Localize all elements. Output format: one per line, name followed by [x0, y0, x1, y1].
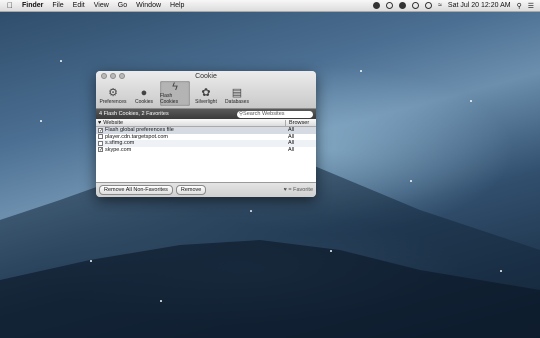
tab-silverlight-label: Silverlight: [195, 99, 217, 105]
clock[interactable]: Sat Jul 20 12:20 AM: [448, 2, 511, 9]
menu-file[interactable]: File: [52, 2, 63, 9]
tab-cookies[interactable]: ● Cookies: [129, 81, 159, 106]
row-browser: All: [288, 133, 295, 140]
remove-all-non-favorites-button[interactable]: Remove All Non-Favorites: [99, 185, 173, 195]
bluetooth-icon[interactable]: [425, 2, 433, 9]
window-footer: Remove All Non-Favorites Remove ♥ = Favo…: [96, 182, 316, 197]
table-row[interactable]: player.cdn.targetspot.com All: [96, 134, 316, 141]
cookie-summary: 4 Flash Cookies, 2 Favorites: [99, 111, 169, 117]
row-browser: All: [288, 140, 295, 147]
cookie-icon: ●: [140, 87, 148, 99]
cookie-table: ♥ Website Browser ✓ Flash global prefere…: [96, 119, 316, 184]
column-website[interactable]: ♥ Website: [96, 119, 286, 126]
menu-help[interactable]: Help: [170, 2, 184, 9]
menu-bar:  Finder File Edit View Go Window Help ≈…: [0, 0, 540, 12]
favorite-checkbox[interactable]: [98, 134, 103, 140]
favorite-heart-icon: ♥: [283, 187, 287, 193]
sync-icon[interactable]: [386, 2, 394, 9]
user-icon[interactable]: [373, 2, 381, 9]
table-header: ♥ Website Browser: [96, 119, 316, 127]
status-area: ≈ Sat Jul 20 12:20 AM ⚲ ☰: [373, 0, 534, 11]
favorite-legend: ♥ = Favorite: [284, 187, 313, 193]
spotlight-icon[interactable]: ⚲: [517, 2, 522, 10]
tab-databases-label: Databases: [225, 99, 249, 105]
tab-cookies-label: Cookies: [134, 99, 154, 105]
toolbar: ⚙ Preferences ● Cookies ϟ Flash Cookies …: [98, 81, 252, 106]
summary-bar: 4 Flash Cookies, 2 Favorites ⚲ Search We…: [96, 109, 316, 119]
column-website-label: Website: [103, 119, 124, 126]
timemachine-icon[interactable]: [412, 2, 420, 9]
row-website: Flash global preferences file: [105, 127, 174, 134]
row-browser: All: [288, 146, 295, 153]
menu-window[interactable]: Window: [136, 2, 161, 9]
table-row[interactable]: s.sfimg.com All: [96, 140, 316, 147]
favorite-heart-icon: ♥: [98, 119, 102, 126]
menu-go[interactable]: Go: [118, 2, 127, 9]
search-input[interactable]: ⚲ Search Websites: [237, 110, 313, 118]
gear-icon: ⚙: [108, 87, 118, 99]
silverlight-icon: ✿: [201, 87, 211, 99]
tab-flash-cookies-label: Flash Cookies: [160, 93, 179, 105]
remove-button[interactable]: Remove: [175, 185, 207, 195]
tab-databases[interactable]: ▤ Databases: [222, 81, 252, 106]
table-row[interactable]: ✓ Flash global preferences file All: [96, 127, 316, 134]
favorite-checkbox[interactable]: ✓: [98, 127, 103, 133]
skype-icon[interactable]: [399, 2, 407, 9]
tab-flash-cookies[interactable]: ϟ Flash Cookies: [160, 81, 190, 106]
column-browser[interactable]: Browser: [286, 120, 309, 126]
row-website: s.sfimg.com: [105, 140, 135, 147]
row-website: player.cdn.targetspot.com: [105, 133, 168, 140]
table-row[interactable]: ✓ skype.com All: [96, 147, 316, 154]
row-browser: All: [288, 127, 295, 134]
window-titlebar: Cookie ⚙ Preferences ● Cookies ϟ Flash C…: [96, 71, 316, 109]
favorite-checkbox[interactable]: [98, 140, 103, 146]
row-website: skype.com: [105, 146, 132, 153]
tab-silverlight[interactable]: ✿ Silverlight: [191, 81, 221, 106]
menu-app-name[interactable]: Finder: [22, 2, 43, 9]
cookie-window: Cookie ⚙ Preferences ● Cookies ϟ Flash C…: [96, 71, 316, 197]
favorite-checkbox[interactable]: ✓: [98, 147, 103, 153]
window-title: Cookie: [195, 73, 217, 80]
flash-icon: ϟ: [172, 81, 178, 93]
menu-edit[interactable]: Edit: [73, 2, 85, 9]
tab-preferences[interactable]: ⚙ Preferences: [98, 81, 128, 106]
database-icon: ▤: [231, 87, 243, 99]
apple-menu-icon[interactable]: : [7, 1, 13, 10]
menu-view[interactable]: View: [94, 2, 109, 9]
tab-preferences-label: Preferences: [99, 99, 127, 105]
search-placeholder: Search Websites: [243, 111, 285, 117]
notification-center-icon[interactable]: ☰: [528, 2, 534, 10]
favorite-legend-text: = Favorite: [288, 187, 313, 193]
wifi-icon[interactable]: ≈: [438, 2, 442, 9]
